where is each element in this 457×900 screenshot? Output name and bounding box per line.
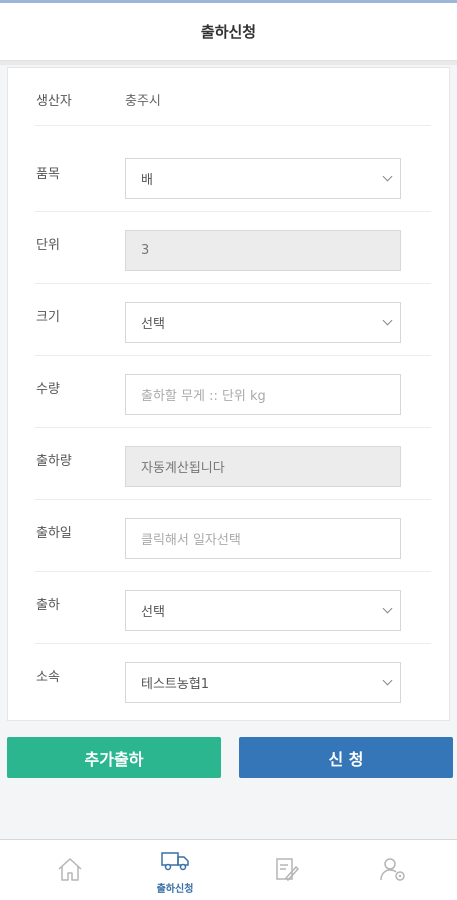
form-row-unit: 단위 3 — [35, 212, 431, 284]
form-row-shipment-amount: 출하량 자동계산됩니다 — [35, 428, 431, 500]
page-title: 출하신청 — [200, 23, 257, 41]
shipment-label: 출하 — [36, 598, 60, 613]
unit-field: 3 — [125, 230, 401, 271]
affiliation-select[interactable]: 테스트농협1 — [125, 662, 401, 703]
size-select-value: 선택 — [141, 317, 165, 332]
document-edit-icon — [276, 858, 300, 882]
unit-field-value: 3 — [141, 243, 150, 258]
tab-shipment-request-label: 출하신청 — [156, 884, 194, 895]
app-header: 출하신청 — [0, 3, 457, 61]
add-shipment-button[interactable]: 추가출하 — [7, 737, 221, 778]
size-label: 크기 — [36, 310, 60, 325]
ship-date-placeholder: 클릭해서 일자선택 — [141, 533, 241, 548]
chevron-down-icon — [382, 315, 393, 326]
shipment-select-value: 선택 — [141, 605, 165, 620]
form-row-affiliation: 소속 테스트농협1 — [35, 644, 431, 716]
quantity-placeholder: 출하할 무게 :: 단위 kg — [141, 389, 266, 404]
header-divider — [0, 61, 457, 65]
tab-shipment-request[interactable]: 출하신청 — [118, 840, 232, 900]
shipment-form: 생산자 충주시 품목 배 단위 3 크기 선택 수량 출하할 무게 :: 단위 … — [7, 67, 450, 721]
tab-home[interactable] — [12, 840, 126, 900]
truck-icon — [161, 852, 189, 871]
item-label: 품목 — [36, 167, 60, 182]
form-row-item: 품목 배 — [35, 126, 431, 212]
size-select[interactable]: 선택 — [125, 302, 401, 343]
item-select[interactable]: 배 — [125, 158, 401, 199]
apply-button[interactable]: 신 청 — [239, 737, 453, 778]
affiliation-select-value: 테스트농협1 — [141, 677, 210, 692]
shipment-select[interactable]: 선택 — [125, 590, 401, 631]
shipment-amount-label: 출하량 — [36, 454, 72, 469]
unit-label: 단위 — [36, 238, 60, 253]
item-select-value: 배 — [141, 173, 153, 188]
producer-value: 충주시 — [125, 94, 161, 109]
form-row-size: 크기 선택 — [35, 284, 431, 356]
form-row-ship-date: 출하일 클릭해서 일자선택 — [35, 500, 431, 572]
chevron-down-icon — [382, 675, 393, 686]
chevron-down-icon — [382, 603, 393, 614]
form-row-shipment: 출하 선택 — [35, 572, 431, 644]
quantity-label: 수량 — [36, 382, 60, 397]
shipment-amount-field: 자동계산됩니다 — [125, 446, 401, 487]
quantity-input[interactable]: 출하할 무게 :: 단위 kg — [125, 374, 401, 415]
producer-label: 생산자 — [36, 94, 72, 109]
form-row-quantity: 수량 출하할 무게 :: 단위 kg — [35, 356, 431, 428]
bottom-tab-bar: 출하신청 — [0, 839, 457, 900]
tab-my-settings[interactable] — [334, 840, 448, 900]
ship-date-input[interactable]: 클릭해서 일자선택 — [125, 518, 401, 559]
form-row-producer: 생산자 충주시 — [35, 68, 431, 126]
shipment-amount-placeholder: 자동계산됩니다 — [141, 461, 225, 476]
affiliation-label: 소속 — [36, 670, 60, 685]
user-settings-icon — [380, 858, 405, 881]
ship-date-label: 출하일 — [36, 526, 72, 541]
home-icon — [58, 858, 82, 881]
chevron-down-icon — [382, 171, 393, 182]
tab-document[interactable] — [228, 840, 342, 900]
